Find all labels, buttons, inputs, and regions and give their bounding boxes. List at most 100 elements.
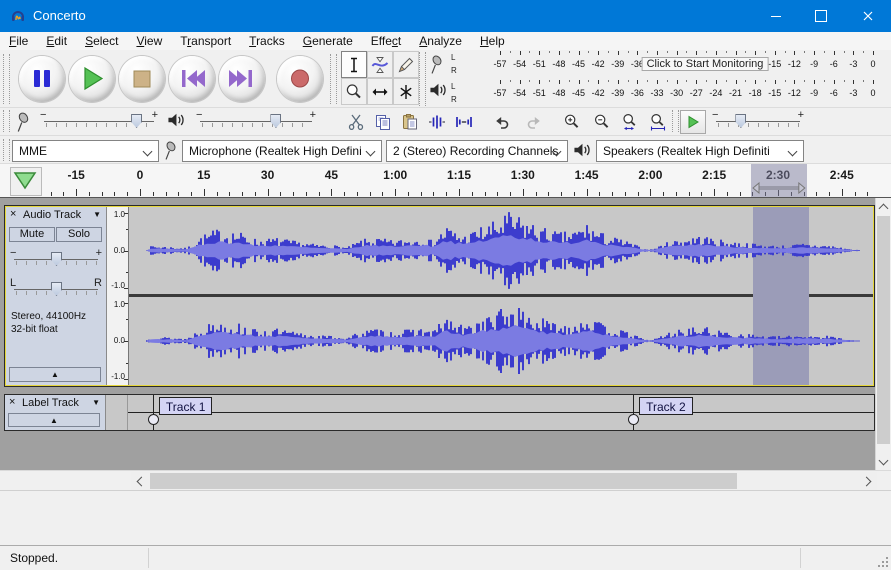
label-box[interactable]: Track 1 bbox=[159, 397, 213, 415]
scroll-left-button[interactable] bbox=[131, 472, 148, 490]
play-at-speed-button[interactable] bbox=[680, 110, 706, 134]
transport-skip-to-start-button[interactable] bbox=[169, 56, 215, 102]
transport-stop-button[interactable] bbox=[119, 56, 165, 102]
selection-tool-button[interactable] bbox=[341, 51, 367, 78]
waveform-display[interactable] bbox=[129, 207, 873, 385]
play-speed-slider[interactable]: −+ bbox=[712, 111, 804, 131]
transport-toolbar-grip-right[interactable] bbox=[330, 54, 337, 104]
silence-audio-button[interactable] bbox=[450, 110, 478, 134]
time-shift-tool-icon bbox=[371, 83, 389, 101]
transport-play-button[interactable] bbox=[69, 56, 115, 102]
recording-meter[interactable]: LR -57-54-51-48-45-42-39-36-33-30-27-24-… bbox=[427, 50, 889, 79]
multi-tool-tool-button[interactable] bbox=[393, 78, 419, 105]
menu-item-tracks[interactable]: Tracks bbox=[240, 32, 294, 50]
menu-item-help[interactable]: Help bbox=[471, 32, 514, 50]
label-area[interactable]: Track 1 Track 2 bbox=[128, 395, 874, 430]
waveform-channel-left[interactable] bbox=[129, 207, 873, 294]
trim-audio-button[interactable] bbox=[423, 110, 451, 134]
label-track-panel[interactable]: × Label Track ▼ ▲ bbox=[5, 395, 106, 430]
time-shift-tool-button[interactable] bbox=[367, 78, 393, 105]
fit-selection-button[interactable] bbox=[616, 110, 644, 134]
playback-volume-slider[interactable]: −+ bbox=[196, 111, 316, 131]
mute-button[interactable]: Mute bbox=[9, 227, 55, 242]
audio-track-title[interactable]: Audio Track bbox=[23, 209, 81, 221]
track-close-button[interactable]: × bbox=[10, 208, 16, 220]
track-collapse-button[interactable]: ▲ bbox=[9, 367, 101, 382]
recording-volume-slider[interactable]: −+ bbox=[40, 111, 158, 131]
draw-tool-button[interactable] bbox=[393, 51, 419, 78]
menu-item-file[interactable]: File bbox=[0, 32, 37, 50]
menu-item-analyze[interactable]: Analyze bbox=[410, 32, 471, 50]
tools-toolbar-grip[interactable] bbox=[419, 52, 426, 106]
monitoring-overlay[interactable]: Click to Start Monitoring bbox=[642, 57, 769, 71]
gain-slider[interactable]: −+ bbox=[10, 249, 102, 269]
timeline-label: 15 bbox=[197, 168, 210, 182]
menu-item-edit[interactable]: Edit bbox=[37, 32, 76, 50]
device-toolbar-grip[interactable] bbox=[3, 139, 10, 161]
playback-volume-slider-max-label: + bbox=[310, 109, 316, 121]
envelope-tool-button[interactable] bbox=[367, 51, 393, 78]
scroll-up-button[interactable] bbox=[876, 198, 891, 215]
horizontal-scrollbar-thumb[interactable] bbox=[150, 473, 737, 489]
transport-toolbar-grip[interactable] bbox=[3, 54, 10, 104]
label-marker-handle[interactable] bbox=[148, 414, 159, 425]
zoom-in-button[interactable] bbox=[558, 110, 586, 134]
menu-item-select[interactable]: Select bbox=[76, 32, 127, 50]
timeline-tick bbox=[242, 192, 243, 196]
copy-button[interactable] bbox=[369, 110, 397, 134]
label-marker-handle[interactable] bbox=[628, 414, 639, 425]
cut-button[interactable] bbox=[342, 110, 370, 134]
timeline-ruler[interactable]: -1501530451:001:151:301:452:002:152:302:… bbox=[0, 164, 891, 198]
resize-grip[interactable] bbox=[886, 565, 888, 567]
mixer-toolbar-grip[interactable] bbox=[3, 110, 10, 132]
paste-button[interactable] bbox=[396, 110, 424, 134]
transport-record-button[interactable] bbox=[277, 56, 323, 102]
transport-skip-to-end-button[interactable] bbox=[219, 56, 265, 102]
vertical-scrollbar[interactable] bbox=[875, 198, 891, 470]
label-box[interactable]: Track 2 bbox=[639, 397, 693, 415]
timeline-selection[interactable] bbox=[751, 164, 807, 197]
quickplay-pin[interactable] bbox=[10, 167, 42, 196]
scroll-right-button[interactable] bbox=[860, 472, 877, 490]
timeline-tick bbox=[701, 192, 702, 196]
timeline-scale[interactable]: -1501530451:001:151:301:452:002:152:302:… bbox=[40, 164, 876, 197]
menu-item-view[interactable]: View bbox=[127, 32, 171, 50]
close-button[interactable] bbox=[844, 0, 891, 32]
meter-scale-number: 0 bbox=[870, 88, 875, 98]
menu-item-effect[interactable]: Effect bbox=[362, 32, 410, 50]
audio-track-panel[interactable]: × Audio Track ▼ Mute Solo Stereo, 44100H… bbox=[6, 207, 107, 385]
vertical-scrollbar-thumb[interactable] bbox=[877, 216, 890, 444]
recording-meter-scale[interactable]: -57-54-51-48-45-42-39-36-33-30-27-24-21-… bbox=[461, 50, 887, 79]
horizontal-scrollbar[interactable] bbox=[131, 472, 877, 490]
pan-slider[interactable]: LR bbox=[10, 279, 102, 299]
menu-item-transport[interactable]: Transport bbox=[171, 32, 240, 50]
track-menu-caret-icon[interactable]: ▼ bbox=[92, 398, 100, 407]
track-collapse-button[interactable]: ▲ bbox=[8, 413, 100, 427]
playback-meter[interactable]: LR -57-54-51-48-45-42-39-36-33-30-27-24-… bbox=[427, 79, 889, 108]
zoom-tool-button[interactable] bbox=[341, 78, 367, 105]
playback-meter-scale[interactable]: -57-54-51-48-45-42-39-36-33-30-27-24-21-… bbox=[461, 79, 887, 108]
recording-channels-select[interactable]: 2 (Stereo) Recording Channels bbox=[386, 140, 568, 162]
edit-toolbar-grip[interactable] bbox=[672, 110, 679, 132]
menu-item-generate[interactable]: Generate bbox=[294, 32, 362, 50]
solo-button[interactable]: Solo bbox=[56, 227, 102, 242]
scroll-down-button[interactable] bbox=[876, 453, 891, 470]
track-menu-caret-icon[interactable]: ▼ bbox=[93, 210, 101, 219]
audio-host-select[interactable]: MME bbox=[12, 140, 159, 162]
minimize-button[interactable] bbox=[753, 0, 798, 32]
playback-device-select[interactable]: Speakers (Realtek High Definiti bbox=[596, 140, 804, 162]
redo-button[interactable] bbox=[520, 110, 548, 134]
recording-device-select[interactable]: Microphone (Realtek High Defini bbox=[182, 140, 382, 162]
meter-scale-number: -51 bbox=[533, 59, 546, 69]
titlebar[interactable]: Concerto bbox=[0, 0, 891, 32]
fit-project-button[interactable] bbox=[644, 110, 672, 134]
maximize-button[interactable] bbox=[798, 0, 844, 32]
track-close-button[interactable]: × bbox=[9, 396, 15, 408]
meter-scale-number: -9 bbox=[810, 88, 818, 98]
label-track-title[interactable]: Label Track bbox=[22, 397, 79, 409]
zoom-out-button[interactable] bbox=[588, 110, 616, 134]
undo-button[interactable] bbox=[488, 110, 516, 134]
meter-tick bbox=[579, 80, 580, 84]
transport-pause-button[interactable] bbox=[19, 56, 65, 102]
waveform-channel-right[interactable] bbox=[129, 297, 873, 385]
